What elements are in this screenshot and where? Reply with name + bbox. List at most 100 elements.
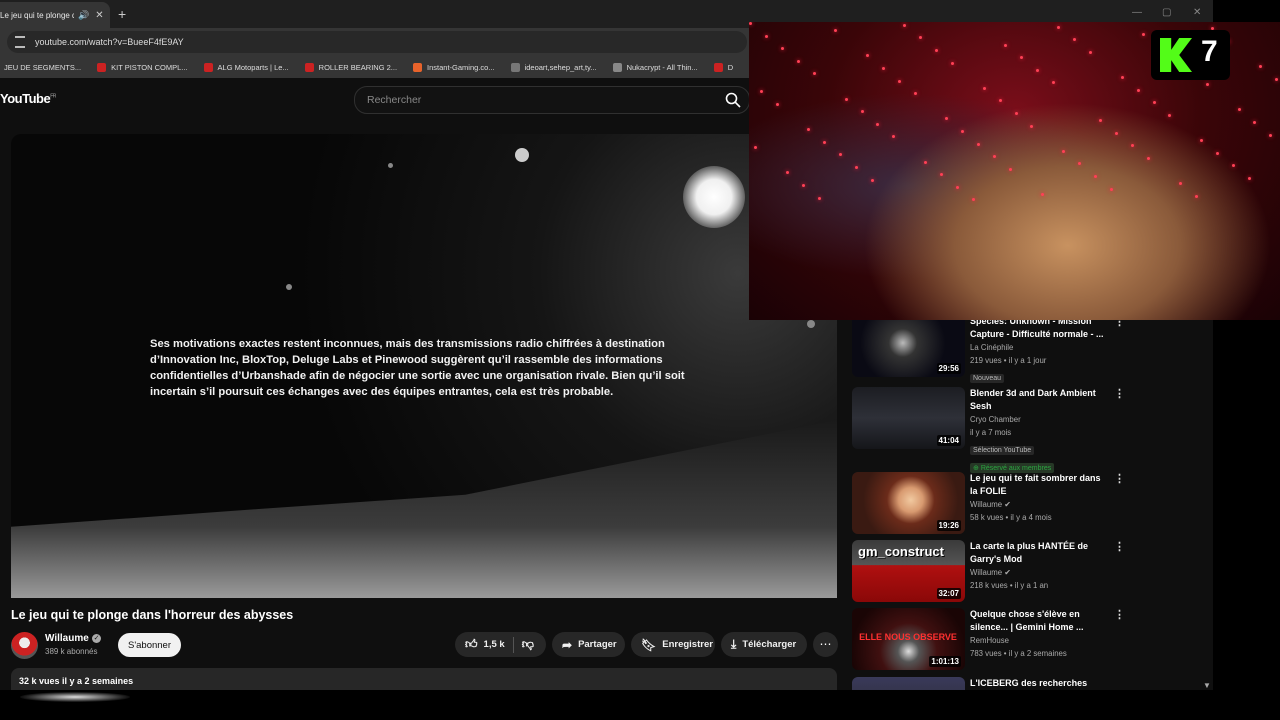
fairy-light: [775, 103, 779, 106]
views-date: 32 k vues il y a 2 semaines: [19, 676, 134, 686]
more-actions-icon[interactable]: ⋯: [813, 632, 838, 657]
close-tab-icon[interactable]: ✕: [95, 10, 103, 21]
save-button[interactable]: 🔖︎ Enregistrer: [631, 632, 715, 657]
share-button[interactable]: ➦ Partager: [552, 632, 625, 657]
fairy-light: [950, 61, 954, 65]
speaker-icon[interactable]: 🔊: [78, 10, 89, 21]
bookmark-favicon-icon: [510, 62, 520, 72]
fairy-light: [1062, 149, 1066, 153]
kick-logo: 7: [1151, 30, 1230, 80]
rec-channel[interactable]: Cryo Chamber: [970, 413, 1105, 426]
fairy-light: [818, 196, 822, 200]
video-thumbnail[interactable]: ELLE NOUS OBSERVE 1:01:13: [852, 608, 965, 670]
fairy-light: [1094, 175, 1098, 178]
fairy-light: [977, 142, 981, 146]
channel-name[interactable]: Willaume: [45, 633, 89, 644]
fairy-light: [940, 173, 944, 177]
bookmark-item[interactable]: Nukacrypt - All Thin...: [612, 62, 698, 72]
rec-meta: il y a 7 mois: [970, 428, 1012, 437]
bookmark-favicon-icon: [97, 62, 107, 72]
rec-meta: 58 k vues • il y a 4 mois: [970, 513, 1052, 522]
fairy-light: [1216, 151, 1220, 155]
minimize-icon[interactable]: —: [1132, 7, 1142, 18]
thumbs-down-icon[interactable]: 👎︎: [522, 637, 534, 652]
menu-kebab-icon[interactable]: ⋮: [1114, 542, 1125, 553]
video-title: Le jeu qui te plonge dans l'horreur des …: [11, 608, 294, 622]
rec-title[interactable]: Blender 3d and Dark Ambient Sesh: [970, 387, 1105, 413]
new-tab-button[interactable]: +: [118, 6, 126, 22]
share-label: Partager: [578, 639, 617, 650]
particle: [807, 320, 815, 328]
rec-channel[interactable]: La Cinéphile: [970, 341, 1105, 354]
fairy-light: [786, 171, 790, 175]
fairy-light: [1179, 182, 1183, 186]
bookmark-item[interactable]: ROLLER BEARING 2...: [304, 62, 397, 72]
bookmark-item[interactable]: ALG Motoparts | Le...: [203, 62, 289, 72]
fairy-light: [807, 128, 811, 132]
fairy-light: [1152, 101, 1156, 105]
youtube-logo[interactable]: YouTubeFR: [0, 91, 56, 106]
video-thumbnail[interactable]: 29:56: [852, 315, 965, 377]
search-icon: [725, 92, 741, 108]
bookmark-item[interactable]: KIT PISTON COMPL...: [97, 62, 188, 72]
thumbnail-text: ELLE NOUS OBSERVE: [859, 632, 957, 642]
duration-badge: 19:26: [936, 520, 961, 531]
scroll-down-arrow-icon[interactable]: ▼: [1203, 681, 1211, 690]
address-bar[interactable]: youtube.com/watch?v=BueeF4fE9AY: [7, 31, 747, 53]
bookmark-favicon-icon: [413, 62, 423, 72]
download-button[interactable]: ⤓ Télécharger: [721, 632, 807, 657]
duration-badge: 1:01:13: [929, 656, 961, 667]
fairy-light: [1009, 167, 1013, 171]
fairy-light: [1269, 133, 1273, 137]
fairy-light: [855, 166, 859, 169]
fairy-light: [780, 47, 784, 51]
video-thumbnail[interactable]: 41:04: [852, 387, 965, 449]
rec-title[interactable]: L'ICEBERG des recherches: [970, 677, 1105, 690]
rec-channel[interactable]: RemHouse: [970, 634, 1105, 647]
rec-title[interactable]: Le jeu qui te fait sombrer dans la FOLIE: [970, 472, 1105, 498]
video-thumbnail[interactable]: 19:26: [852, 472, 965, 534]
video-thumbnail[interactable]: [852, 677, 965, 690]
fairy-light: [802, 184, 806, 187]
site-settings-icon[interactable]: [15, 36, 25, 48]
thumbs-up-icon[interactable]: 👍︎: [465, 637, 478, 652]
bookmark-item[interactable]: ideoart,sehep_art,ty...: [510, 62, 597, 72]
rec-meta: 219 vues • il y a 1 jour: [970, 356, 1047, 365]
menu-kebab-icon[interactable]: ⋮: [1114, 474, 1125, 485]
bookmark-item[interactable]: Instant-Gaming.co...: [413, 62, 495, 72]
video-thumbnail[interactable]: gm_construct 32:07: [852, 540, 965, 602]
like-count[interactable]: 1,5 k: [484, 639, 505, 650]
subscribe-button[interactable]: S'abonner: [118, 633, 181, 657]
fairy-light: [993, 155, 997, 159]
search-input[interactable]: Rechercher: [354, 86, 750, 114]
menu-kebab-icon[interactable]: ⋮: [1114, 610, 1125, 621]
description-box[interactable]: 32 k vues il y a 2 semaines: [11, 668, 837, 690]
fairy-light: [833, 29, 837, 33]
search-placeholder: Rechercher: [367, 94, 422, 106]
bookmark-item[interactable]: D: [713, 62, 733, 72]
rec-title[interactable]: Quelque chose s'élève en silence... | Ge…: [970, 608, 1105, 634]
fairy-light: [1003, 43, 1007, 47]
fairy-light: [956, 185, 960, 189]
fairy-light: [1200, 139, 1204, 142]
menu-kebab-icon[interactable]: ⋮: [1114, 389, 1125, 400]
rec-channel[interactable]: Willaume ✔: [970, 566, 1105, 579]
thumbnail-text: gm_construct: [858, 544, 944, 559]
fairy-light: [871, 178, 875, 182]
verified-icon: ✓: [92, 634, 101, 643]
tab-title: Le jeu qui te plonge dans: [0, 10, 74, 20]
rec-title[interactable]: La carte la plus HANTÉE de Garry's Mod: [970, 540, 1105, 566]
search-button[interactable]: [716, 86, 750, 114]
browser-tab[interactable]: Le jeu qui te plonge dans 🔊 ✕: [0, 2, 110, 28]
close-window-icon[interactable]: ✕: [1193, 7, 1201, 18]
fairy-light: [754, 146, 758, 150]
duration-badge: 32:07: [936, 588, 961, 599]
fairy-light: [924, 160, 928, 164]
fairy-light: [1258, 65, 1262, 69]
fairy-light: [1253, 121, 1257, 124]
maximize-icon[interactable]: ▢: [1162, 7, 1171, 18]
recommendation-item[interactable]: L'ICEBERG des recherches: [852, 677, 1152, 690]
rec-channel[interactable]: Willaume ✔: [970, 498, 1105, 511]
channel-avatar[interactable]: [11, 632, 38, 659]
bookmark-item[interactable]: JEU DE SEGMENTS...: [4, 63, 81, 72]
